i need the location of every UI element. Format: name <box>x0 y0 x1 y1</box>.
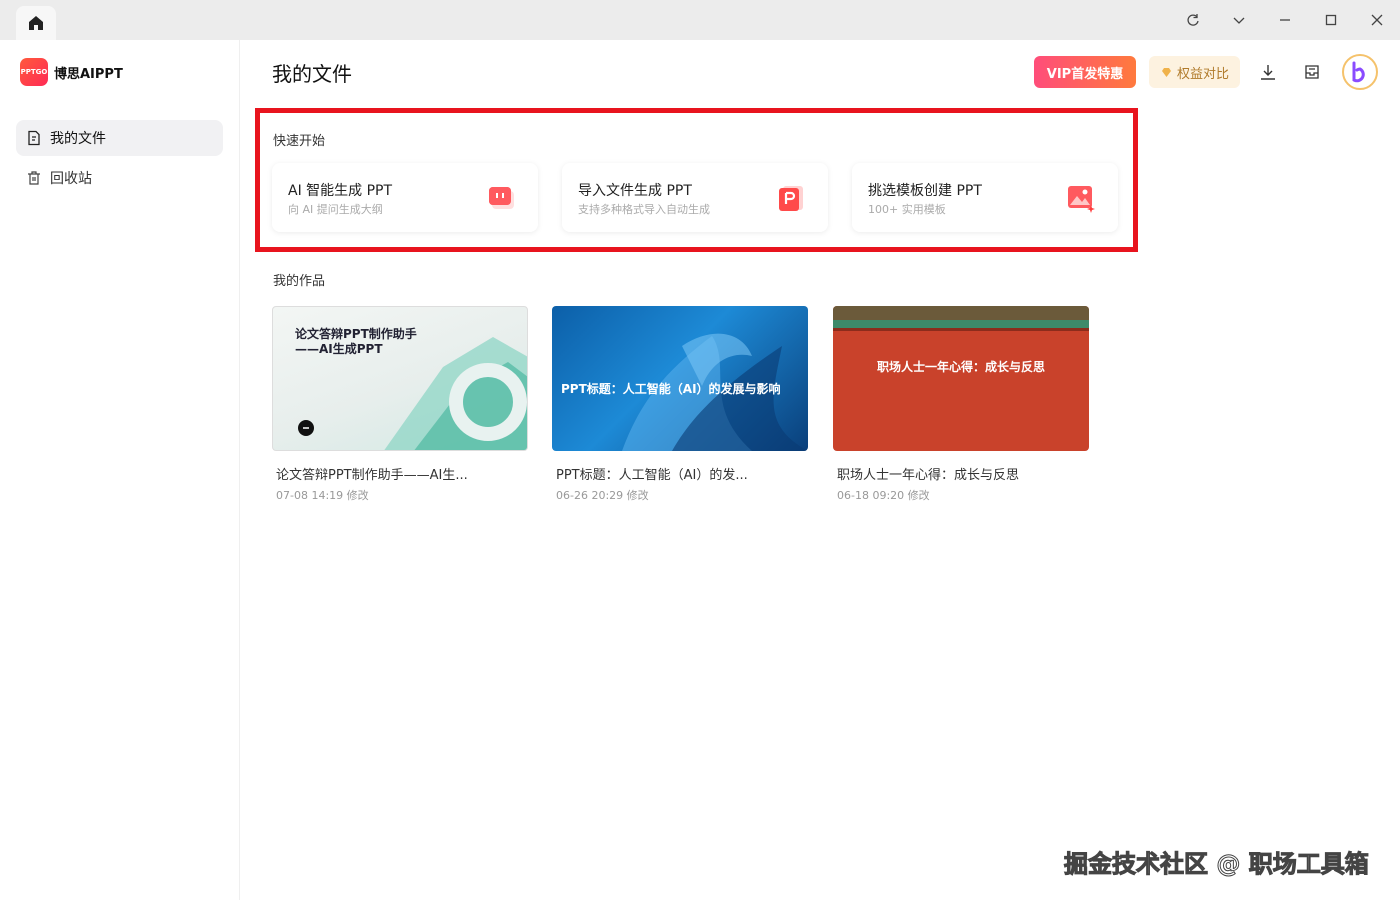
work-thumbnail[interactable]: 论文答辩PPT制作助手——AI生成PPT <box>272 306 528 451</box>
rights-compare-label: 权益对比 <box>1176 66 1229 82</box>
work-title: PPT标题：人工智能（AI）的发... <box>556 468 748 483</box>
sidebar: PPTGO 博思AIPPT 我的文件 回收站 <box>0 40 240 900</box>
diamond-icon <box>1161 67 1171 77</box>
minimize-button[interactable] <box>1273 8 1297 32</box>
quick-card-import-file[interactable]: 导入文件生成 PPT 支持多种格式导入自动生成 <box>562 163 828 232</box>
work-title: 论文答辩PPT制作助手——AI生... <box>276 468 468 483</box>
download-icon[interactable] <box>1256 60 1280 84</box>
ppt-file-icon <box>779 186 803 211</box>
image-template-icon <box>1068 186 1095 213</box>
home-icon <box>29 16 43 30</box>
logo-badge: PPTGO <box>20 58 48 86</box>
vip-offer-button[interactable]: VIP首发特惠 <box>1034 56 1136 88</box>
chevron-down-icon[interactable] <box>1227 8 1251 32</box>
work-card[interactable]: PPT标题：人工智能（AI）的发展与影响 PPT标题：人工智能（AI）的发...… <box>552 306 808 503</box>
sidebar-item-label: 回收站 <box>50 171 92 187</box>
work-date: 06-18 09:20 修改 <box>837 489 930 502</box>
quick-card-title: AI 智能生成 PPT <box>288 183 393 199</box>
quick-start-label: 快速开始 <box>273 134 326 149</box>
inbox-icon[interactable] <box>1300 60 1324 84</box>
user-avatar-icon <box>1352 61 1365 83</box>
work-thumbnail[interactable]: PPT标题：人工智能（AI）的发展与影响 <box>552 306 808 451</box>
quick-card-title: 挑选模板创建 PPT <box>868 183 982 199</box>
document-icon <box>28 130 40 146</box>
close-button[interactable] <box>1365 8 1389 32</box>
quick-card-ai-generate[interactable]: AI 智能生成 PPT 向 AI 提问生成大纲 <box>272 163 538 232</box>
work-date: 07-08 14:19 修改 <box>276 489 369 502</box>
maximize-button[interactable] <box>1319 8 1343 32</box>
work-date: 06-26 20:29 修改 <box>556 489 649 502</box>
logo-text: 博思AIPPT <box>54 66 123 82</box>
quick-card-template[interactable]: 挑选模板创建 PPT 100+ 实用模板 <box>852 163 1118 232</box>
quick-card-subtitle: 向 AI 提问生成大纲 <box>288 203 383 216</box>
trash-icon <box>28 171 40 185</box>
refresh-icon[interactable] <box>1181 8 1205 32</box>
title-bar <box>0 0 1400 40</box>
quick-card-title: 导入文件生成 PPT <box>578 183 692 199</box>
sidebar-item-my-files[interactable]: 我的文件 <box>16 120 223 156</box>
page-title: 我的文件 <box>272 62 352 86</box>
work-thumbnail[interactable]: 职场人士一年心得：成长与反思 <box>833 306 1089 451</box>
work-thumbnail-title: PPT标题：人工智能（AI）的发展与影响 <box>561 382 781 396</box>
quick-card-subtitle: 100+ 实用模板 <box>868 203 946 216</box>
avatar[interactable] <box>1342 54 1378 90</box>
rights-compare-button[interactable]: 权益对比 <box>1149 56 1240 88</box>
sidebar-item-recycle-bin[interactable]: 回收站 <box>16 160 223 196</box>
watermark-text: 掘金技术社区 @ 职场工具箱 <box>1064 850 1370 879</box>
app-logo[interactable]: PPTGO 博思AIPPT <box>20 58 123 86</box>
work-thumbnail-title: 职场人士一年心得：成长与反思 <box>876 360 1045 374</box>
work-card[interactable]: 论文答辩PPT制作助手——AI生成PPT 论文答辩PPT制作助手——AI生...… <box>272 306 528 503</box>
work-thumbnail-title: 论文答辩PPT制作助手——AI生成PPT <box>295 327 417 356</box>
work-card[interactable]: 职场人士一年心得：成长与反思 职场人士一年心得：成长与反思 06-18 09:2… <box>833 306 1089 503</box>
sidebar-item-label: 我的文件 <box>50 131 106 147</box>
home-tab[interactable] <box>16 6 56 40</box>
my-works-label: 我的作品 <box>273 274 326 289</box>
work-title: 职场人士一年心得：成长与反思 <box>837 468 1020 483</box>
chat-icon <box>489 187 514 209</box>
quick-card-subtitle: 支持多种格式导入自动生成 <box>578 203 710 216</box>
